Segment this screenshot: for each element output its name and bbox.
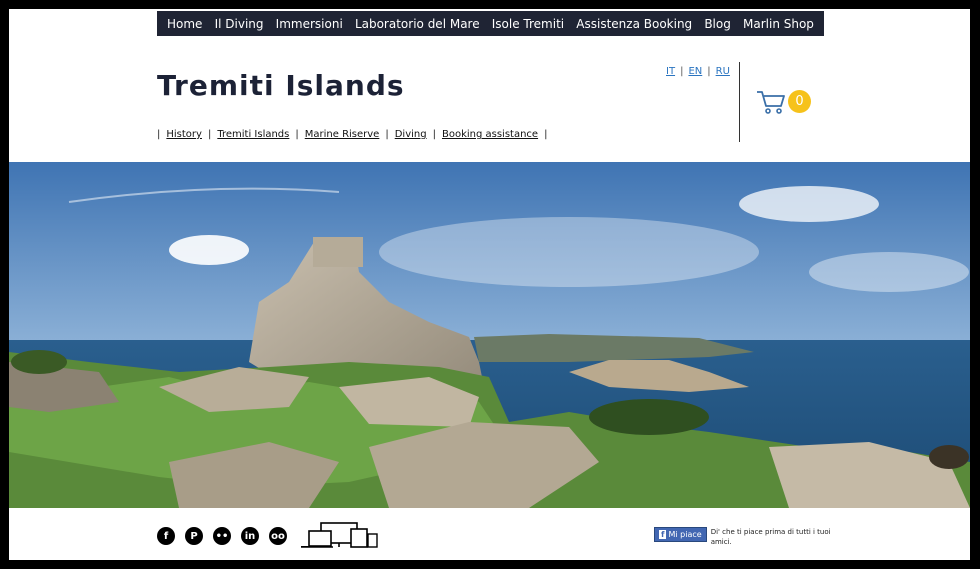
breadcrumb-history[interactable]: History <box>166 129 202 140</box>
nav-item-il-diving[interactable]: Il Diving <box>215 17 264 31</box>
nav-item-immersioni[interactable]: Immersioni <box>276 17 343 31</box>
breadcrumb-booking-assistance[interactable]: Booking assistance <box>442 129 538 140</box>
nav-item-assistenza-booking[interactable]: Assistenza Booking <box>576 17 692 31</box>
tripadvisor-icon[interactable]: oo <box>269 527 287 545</box>
breadcrumb-diving[interactable]: Diving <box>395 129 427 140</box>
flickr-icon[interactable]: •• <box>213 527 231 545</box>
main-nav: Home Il Diving Immersioni Laboratorio de… <box>157 11 824 36</box>
social-links: f P •• in oo <box>157 527 287 545</box>
facebook-icon: f <box>659 530 667 539</box>
cart-icon[interactable] <box>756 89 786 115</box>
nav-item-home[interactable]: Home <box>167 17 202 31</box>
breadcrumb-marine-riserve[interactable]: Marine Riserve <box>305 129 380 140</box>
facebook-icon[interactable]: f <box>157 527 175 545</box>
nav-item-laboratorio[interactable]: Laboratorio del Mare <box>355 17 480 31</box>
lang-en[interactable]: EN <box>688 66 702 77</box>
header-divider <box>739 62 740 142</box>
facebook-like-text: Di' che ti piace prima di tutti i tuoi a… <box>710 528 831 546</box>
hero-image <box>9 162 970 508</box>
responsive-devices-icon <box>301 522 378 548</box>
nav-item-marlin-shop[interactable]: Marlin Shop <box>743 17 814 31</box>
linkedin-icon[interactable]: in <box>241 527 259 545</box>
page-title: Tremiti Islands <box>157 69 405 102</box>
facebook-like-widget: f Mi piace Di' che ti piace prima di tut… <box>654 527 831 547</box>
language-switcher: IT | EN | RU <box>666 66 730 77</box>
breadcrumb: | History | Tremiti Islands | Marine Riserve |… <box>157 129 548 140</box>
facebook-like-label: Mi piace <box>668 530 702 539</box>
lang-ru[interactable]: RU <box>716 66 730 77</box>
page: Home Il Diving Immersioni Laboratorio de… <box>9 9 970 560</box>
nav-item-blog[interactable]: Blog <box>704 17 731 31</box>
breadcrumb-tremiti-islands[interactable]: Tremiti Islands <box>217 129 289 140</box>
facebook-like-button[interactable]: f Mi piace <box>654 527 707 542</box>
nav-item-isole-tremiti[interactable]: Isole Tremiti <box>492 17 564 31</box>
cart-count-badge[interactable]: 0 <box>788 90 811 113</box>
pinterest-icon[interactable]: P <box>185 527 203 545</box>
lang-it[interactable]: IT <box>666 66 675 77</box>
